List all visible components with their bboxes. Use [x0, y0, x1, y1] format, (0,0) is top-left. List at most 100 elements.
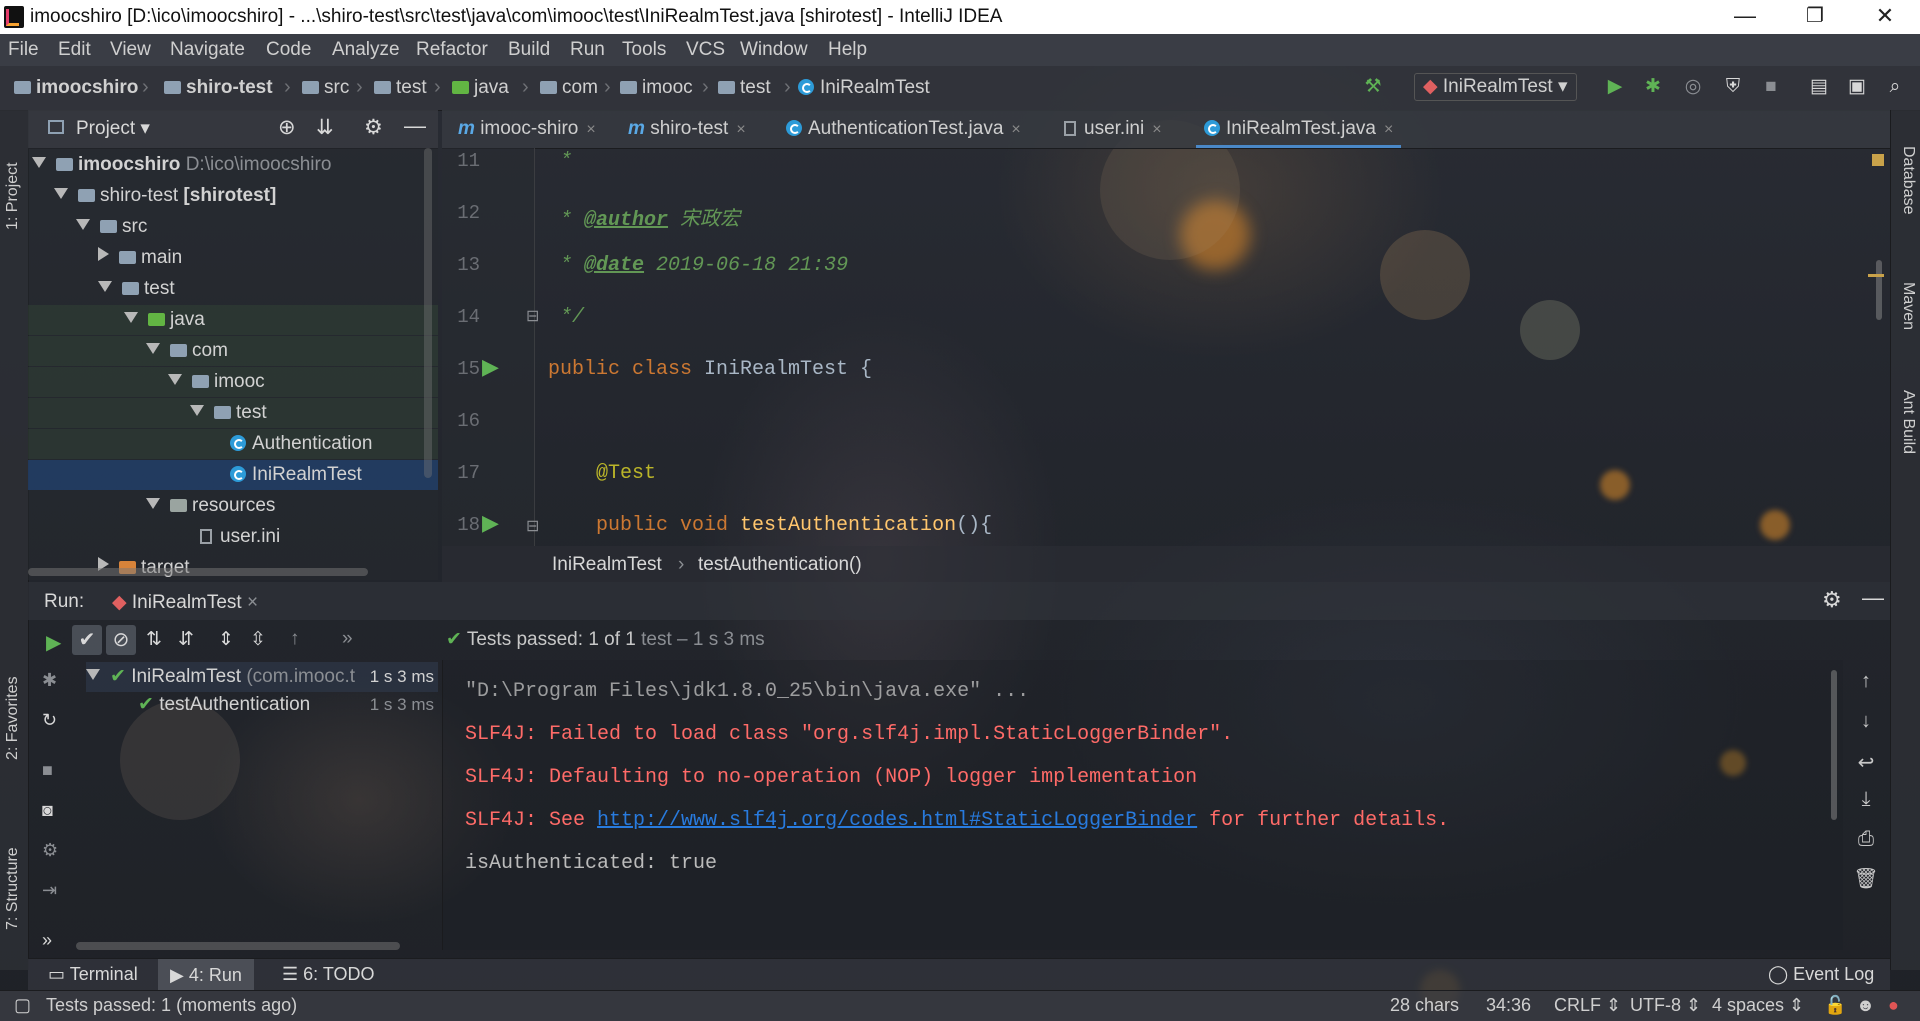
menu-help[interactable]: Help [828, 39, 867, 61]
close-tab-icon[interactable]: × [247, 592, 258, 613]
camera-icon[interactable]: ◙ [42, 800, 53, 821]
menu-code[interactable]: Code [266, 39, 311, 61]
more-actions-icon[interactable]: » [42, 930, 52, 951]
tool-tab-database[interactable]: Database [1899, 146, 1917, 215]
tool-tab-ant-build[interactable]: Ant Build [1899, 390, 1917, 454]
close-tab-icon[interactable]: × [586, 121, 595, 138]
tab-imooc-shiro[interactable]: m imooc-shiro × [450, 110, 604, 148]
settings-gear-icon[interactable]: ⚙ [42, 840, 58, 861]
tree-node-test-package[interactable]: test [28, 398, 438, 428]
build-hammer-icon[interactable]: ⚒ [1362, 76, 1384, 98]
breadcrumb-class[interactable]: IniRealmTest [798, 77, 930, 99]
tool-tab-structure[interactable]: 7: Structure [4, 847, 22, 930]
vertical-scrollbar[interactable] [424, 148, 432, 478]
breadcrumb-src[interactable]: src [302, 77, 349, 99]
close-tab-icon[interactable]: × [1011, 121, 1020, 138]
horizontal-scrollbar[interactable] [76, 942, 400, 950]
sort-duration-icon[interactable]: ⇵ [178, 628, 194, 651]
event-log-button[interactable]: ◯ Event Log [1768, 964, 1874, 985]
lock-icon[interactable]: 🔓 [1824, 995, 1846, 1016]
console-link[interactable]: http://www.slf4j.org/codes.html#StaticLo… [597, 809, 1197, 832]
editor-breadcrumb-method[interactable]: testAuthentication() [698, 554, 862, 576]
menu-refactor[interactable]: Refactor [416, 39, 488, 61]
search-icon[interactable]: ⌕ [1884, 76, 1906, 98]
status-message[interactable]: Tests passed: 1 (moments ago) [46, 995, 297, 1016]
tree-node-java[interactable]: java [28, 305, 438, 335]
editor-scrollbar[interactable] [1876, 260, 1882, 320]
menu-edit[interactable]: Edit [58, 39, 91, 61]
tool-tab-run[interactable]: ▶ 4: Run [158, 959, 254, 991]
breadcrumb-test-package[interactable]: test [718, 77, 771, 99]
tree-node-main[interactable]: main [98, 243, 182, 273]
breadcrumb-test[interactable]: test [374, 77, 427, 99]
profile-icon[interactable]: ◎ [1682, 76, 1704, 98]
close-window-button[interactable]: ✕ [1850, 0, 1920, 34]
tree-node-inirealmtest[interactable]: IniRealmTest [28, 460, 438, 490]
show-ignored-icon[interactable]: ⊘ [106, 625, 136, 655]
test-case-row[interactable]: ✔ testAuthentication 1 s 3 ms [138, 690, 438, 720]
clear-all-icon[interactable]: 🗑 [1846, 866, 1886, 891]
caret-position[interactable]: 34:36 [1486, 995, 1531, 1016]
debug-icon[interactable]: ✱ [42, 670, 57, 691]
tree-node-imooc[interactable]: imooc [28, 367, 438, 397]
menu-navigate[interactable]: Navigate [170, 39, 245, 61]
hide-run-panel-icon[interactable]: — [1862, 585, 1884, 611]
debug-icon[interactable]: ✱ [1642, 76, 1664, 98]
run-test-class-icon[interactable]: ▶ [482, 354, 499, 380]
previous-failed-icon[interactable]: ↑ [290, 628, 300, 650]
status-toggle-icon[interactable]: ▢ [14, 995, 31, 1016]
console-scrollbar[interactable] [1831, 670, 1837, 820]
coverage-icon[interactable]: ⛨ [1722, 76, 1744, 98]
menu-analyze[interactable]: Analyze [332, 39, 400, 61]
file-encoding[interactable]: UTF-8 ⇕ [1630, 995, 1701, 1016]
menu-run[interactable]: Run [570, 39, 605, 61]
breadcrumb-project[interactable]: imoocshiro [14, 77, 138, 99]
tool-tab-maven[interactable]: Maven [1899, 282, 1917, 330]
toggle-auto-test-icon[interactable]: ↻ [42, 710, 57, 731]
breadcrumb-imooc[interactable]: imooc [620, 77, 693, 99]
run-config-tab[interactable]: ◆ IniRealmTest × [112, 591, 258, 614]
expand-all-icon[interactable]: ⇕ [218, 628, 234, 651]
menu-file[interactable]: File [8, 39, 39, 61]
menu-vcs[interactable]: VCS [686, 39, 725, 61]
stop-icon[interactable]: ■ [42, 760, 53, 781]
code-editor[interactable]: * * @author 宋政宏 * @date 2019-06-18 21:39… [536, 148, 1866, 546]
collapse-all-icon[interactable]: ⇳ [250, 628, 266, 651]
tab-authentication-test[interactable]: AuthenticationTest.java × [778, 110, 1029, 148]
menu-window[interactable]: Window [740, 39, 808, 61]
menu-view[interactable]: View [110, 39, 151, 61]
test-suite-row[interactable]: ✔ IniRealmTest (com.imooc.t 1 s 3 ms [86, 662, 438, 692]
breadcrumb-java[interactable]: java [452, 77, 509, 99]
inspector-icon[interactable]: ☻ [1856, 995, 1875, 1016]
sort-alpha-icon[interactable]: ⇅ [146, 628, 162, 651]
run-settings-gear-icon[interactable]: ⚙ [1822, 587, 1842, 613]
soft-wrap-icon[interactable]: ↩ [1846, 750, 1886, 775]
indent-setting[interactable]: 4 spaces ⇕ [1712, 995, 1804, 1016]
tool-tab-favorites[interactable]: 2: Favorites [4, 676, 22, 760]
error-stripe-mark[interactable] [1868, 274, 1884, 277]
tool-tab-terminal[interactable]: ▭ Terminal [48, 964, 138, 985]
scroll-down-icon[interactable]: ↓ [1846, 710, 1886, 733]
tree-node-imoocshiro[interactable]: imoocshiro D:\ico\imoocshiro [32, 150, 331, 180]
restore-button[interactable]: ❐ [1780, 0, 1850, 34]
locate-icon[interactable]: ⊕ [278, 115, 296, 140]
project-structure-icon[interactable]: ▤ [1808, 76, 1830, 98]
close-tab-icon[interactable]: × [1384, 121, 1393, 138]
menu-tools[interactable]: Tools [622, 39, 666, 61]
tab-inirealmtest[interactable]: IniRealmTest.java × [1196, 110, 1402, 148]
close-tab-icon[interactable]: × [736, 121, 745, 138]
layout-icon[interactable]: ▣ [1846, 76, 1868, 98]
breadcrumb-com[interactable]: com [540, 77, 598, 99]
run-test-method-icon[interactable]: ▶ [482, 510, 499, 536]
more-actions-icon[interactable]: » [342, 628, 353, 650]
menu-build[interactable]: Build [508, 39, 550, 61]
tool-tab-todo[interactable]: ☰ 6: TODO [282, 964, 375, 985]
exit-icon[interactable]: ⇥ [42, 880, 57, 901]
tree-node-test[interactable]: test [98, 274, 175, 304]
tab-user-ini[interactable]: user.ini × [1056, 110, 1170, 148]
scroll-to-end-icon[interactable]: ⤓ [1846, 788, 1886, 811]
tree-node-src[interactable]: src [76, 212, 147, 242]
horizontal-scrollbar[interactable] [28, 568, 368, 576]
tree-node-user-ini[interactable]: user.ini [200, 522, 280, 552]
tree-node-authentication-test[interactable]: Authentication [28, 429, 438, 459]
